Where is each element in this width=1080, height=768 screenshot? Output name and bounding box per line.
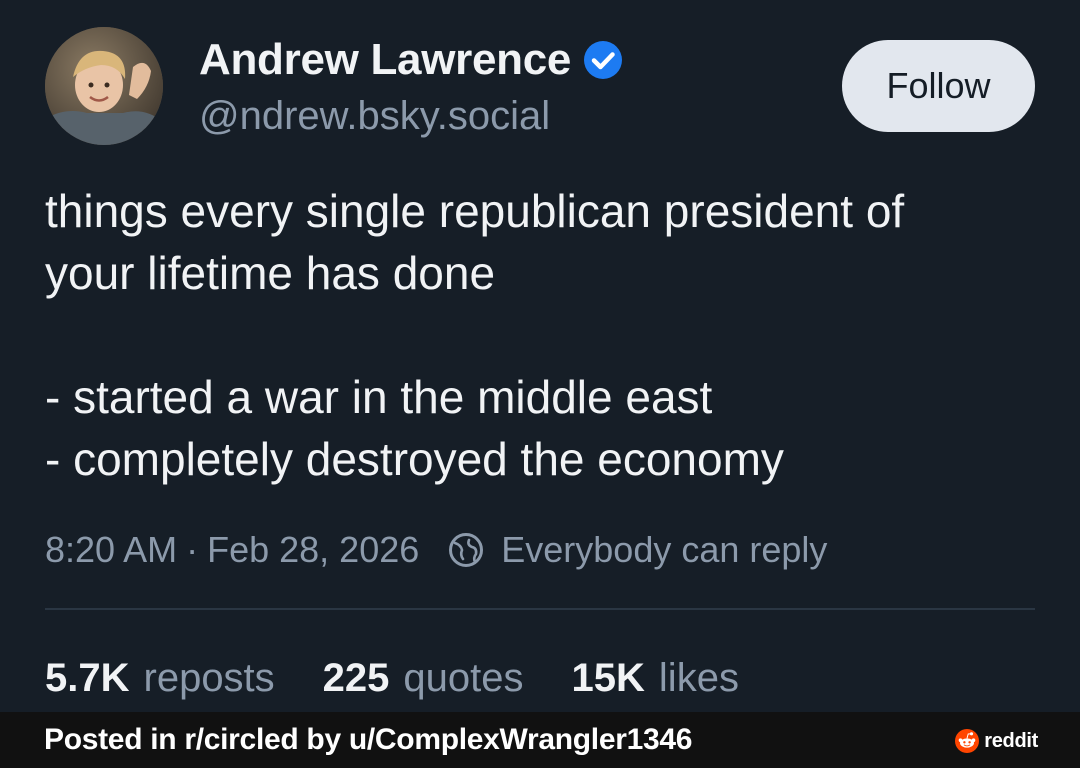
post-text-line: - completely destroyed the economy xyxy=(45,433,784,485)
follow-button[interactable]: Follow xyxy=(842,40,1035,132)
author-display-name[interactable]: Andrew Lawrence xyxy=(199,35,571,85)
reddit-brand: reddit xyxy=(955,728,1038,754)
reposts-stat[interactable]: 5.7K reposts xyxy=(45,656,275,701)
globe-icon xyxy=(449,533,484,567)
divider xyxy=(45,608,1035,610)
quotes-count: 225 xyxy=(322,655,390,700)
reposts-count: 5.7K xyxy=(45,655,130,700)
quotes-label: quotes xyxy=(403,655,524,700)
post-text-line: your lifetime has done xyxy=(45,247,496,299)
reddit-footer-bar: Posted in r/circled by u/ComplexWrangler… xyxy=(0,712,1080,768)
post-card: Andrew Lawrence @ndrew.bsky.social Follo… xyxy=(0,0,1080,712)
likes-stat[interactable]: 15K likes xyxy=(572,656,739,701)
verified-badge-icon xyxy=(584,41,623,79)
post-meta: 8:20 AM · Feb 28, 2026 Everybody can rep… xyxy=(45,522,827,578)
post-body: things every single republican president… xyxy=(45,180,1045,490)
engagement-stats: 5.7K reposts 225 quotes 15K likes xyxy=(45,650,787,706)
post-time[interactable]: 8:20 AM xyxy=(45,529,177,571)
meta-separator: · xyxy=(186,529,199,570)
reposts-label: reposts xyxy=(143,655,275,700)
post-text-blank-line xyxy=(45,304,1045,366)
footer-caption: Posted in r/circled by u/ComplexWrangler… xyxy=(44,723,693,756)
author-handle[interactable]: @ndrew.bsky.social xyxy=(199,94,550,139)
quotes-stat[interactable]: 225 quotes xyxy=(323,656,524,701)
post-text-line: - started a war in the middle east xyxy=(45,371,713,423)
post-date[interactable]: Feb 28, 2026 xyxy=(207,529,419,571)
avatar-photo xyxy=(45,27,163,145)
reddit-snoo-icon xyxy=(955,729,980,753)
author-name-row: Andrew Lawrence xyxy=(199,30,623,90)
likes-count: 15K xyxy=(571,655,645,700)
post-text-line: things every single republican president… xyxy=(45,185,905,237)
avatar[interactable] xyxy=(45,27,163,145)
reply-setting: Everybody can reply xyxy=(501,529,828,570)
reddit-wordmark: reddit xyxy=(984,729,1038,752)
likes-label: likes xyxy=(658,655,739,700)
